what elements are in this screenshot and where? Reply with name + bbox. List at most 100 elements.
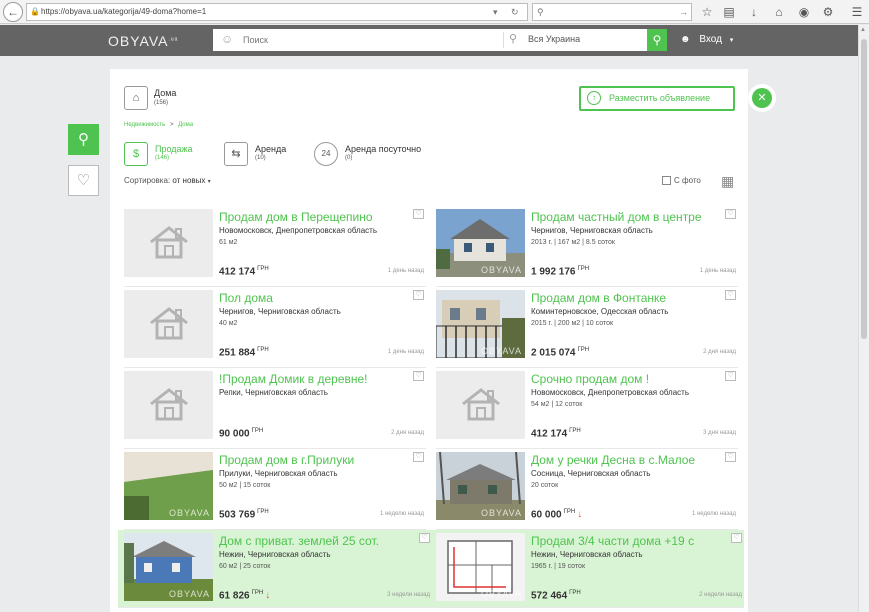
favorite-heart-icon[interactable]: ♡ [731, 533, 742, 543]
listing-title[interactable]: Пол дома [219, 291, 399, 305]
browser-search-bar[interactable]: ⚲ → [532, 3, 692, 21]
search-input[interactable] [243, 32, 493, 48]
price-value: 503 769 [219, 509, 256, 521]
site-logo[interactable]: OBYAVA.ua [108, 33, 178, 49]
listing-specs: 60 м2 | 25 соток [219, 563, 271, 570]
listing-title[interactable]: Продам дом в Фонтанке [531, 291, 711, 305]
price-currency: ГРН [257, 266, 269, 272]
listing-photo[interactable]: OBYAVA [436, 533, 525, 601]
login-button[interactable]: ☻ Вход ▾ [680, 34, 733, 45]
reload-icon[interactable]: ↻ [511, 4, 519, 20]
listing-title[interactable]: Продам дом в Перещепино [219, 210, 399, 224]
search-button[interactable]: ⚲ [647, 29, 667, 51]
listing-location: Репки, Черниговская область [219, 388, 328, 397]
reading-list-icon[interactable]: ▤ [720, 3, 738, 21]
gear-icon[interactable]: ⚙ [819, 3, 837, 21]
house-placeholder-icon[interactable] [436, 371, 525, 439]
listing-card[interactable]: OBYAVA Дом у речки Десна в с.Малое Сосница… [436, 452, 738, 530]
house-placeholder-icon[interactable] [124, 371, 213, 439]
dropdown-icon[interactable]: ▾ [493, 4, 498, 20]
user-silhouette-icon: ☺ [221, 32, 234, 46]
listing-card[interactable]: OBYAVA Дом с приват. землей 25 сот. Нежин,… [118, 530, 432, 608]
go-arrow-icon[interactable]: → [679, 4, 688, 20]
listing-card[interactable]: OBYAVA Продам дом в г.Прилуки Прилуки, Чер… [124, 452, 426, 530]
listing-price: 1 992 176 ГРН [531, 266, 589, 277]
listing-title[interactable]: !Продам Домик в деревне! [219, 372, 399, 386]
listing-location: Чернигов, Черниговская область [531, 226, 653, 235]
favorite-heart-icon[interactable]: ♡ [725, 290, 736, 300]
side-favorites-button[interactable]: ♡ [68, 165, 99, 196]
favorite-heart-icon[interactable]: ♡ [413, 290, 424, 300]
favorite-heart-icon[interactable]: ♡ [419, 533, 430, 543]
login-label: Вход [699, 34, 722, 45]
listing-card[interactable]: Продам дом в Перещепино Новомосковск, Дне… [124, 209, 426, 287]
listing-title[interactable]: Продам 3/4 части дома +19 с [531, 534, 711, 548]
favorite-heart-icon[interactable]: ♡ [725, 452, 736, 462]
listing-title[interactable]: Дом с приват. землей 25 сот. [219, 534, 399, 548]
scrollbar-thumb[interactable] [861, 39, 867, 339]
photo-checkbox[interactable] [662, 176, 671, 186]
chat-icon[interactable]: ◉ [795, 3, 813, 21]
watermark: OBYAVA [480, 265, 522, 275]
listing-title[interactable]: Продам дом в г.Прилуки [219, 453, 399, 467]
listing-location: Нежин, Черниговская область [531, 550, 643, 559]
listing-title[interactable]: Дом у речки Десна в с.Малое [531, 453, 711, 467]
deal-type-sale[interactable]: $ Продажа (146) [124, 142, 219, 168]
bookmark-star-icon[interactable]: ☆ [698, 3, 716, 21]
region-select[interactable]: Вся Украина [528, 34, 580, 44]
arrow-up-icon: ↑ [587, 91, 601, 105]
breadcrumb: Недвижимость > Дома [124, 122, 193, 128]
listing-photo[interactable]: OBYAVA [124, 452, 213, 520]
search-settings-icon: ⚲ [78, 131, 89, 148]
home-icon[interactable]: ⌂ [770, 3, 788, 21]
post-ad-label: Разместить объявление [609, 93, 711, 103]
grid-view-icon[interactable]: ▦ [721, 174, 735, 188]
listing-title[interactable]: Продам частный дом в центре [531, 210, 711, 224]
listing-photo[interactable]: OBYAVA [436, 209, 525, 277]
location-pin-icon: ⚲ [509, 33, 518, 45]
deal-type-daily-rent[interactable]: 24 Аренда посуточно (0) [314, 142, 444, 168]
menu-icon[interactable]: ☰ [848, 3, 866, 21]
house-placeholder-icon[interactable] [124, 290, 213, 358]
heart-icon: ♡ [76, 172, 91, 189]
favorite-heart-icon[interactable]: ♡ [725, 209, 736, 219]
post-ad-button[interactable]: ↑ Разместить объявление [579, 86, 735, 111]
search-icon: ⚲ [537, 7, 544, 17]
price-value: 61 826 [219, 590, 250, 602]
listing-card[interactable]: !Продам Домик в деревне! Репки, Черниговс… [124, 371, 426, 449]
favorite-heart-icon[interactable]: ♡ [413, 371, 424, 381]
breadcrumb-realty[interactable]: Недвижимость [124, 122, 165, 128]
listing-card[interactable]: OBYAVA Продам 3/4 части дома +19 с Нежин, … [430, 530, 744, 608]
listing-card[interactable]: OBYAVA Продам частный дом в центре Черниго… [436, 209, 738, 287]
favorite-heart-icon[interactable]: ♡ [413, 209, 424, 219]
price-currency: ГРН [577, 266, 590, 272]
house-placeholder-icon[interactable] [124, 209, 213, 277]
listing-card[interactable]: Срочно продам дом ! Новомосковск, Днепроп… [436, 371, 738, 449]
deal-type-rent[interactable]: ⇆ Аренда (10) [224, 142, 304, 168]
listing-card[interactable]: OBYAVA Продам дом в Фонтанке Коминтерновск… [436, 290, 738, 368]
download-icon[interactable]: ↓ [745, 3, 763, 21]
close-button[interactable]: ✕ [752, 88, 772, 108]
listing-title[interactable]: Срочно продам дом ! [531, 372, 711, 386]
sort-select[interactable]: Сортировка: от новых ▾ [124, 176, 211, 185]
favorite-heart-icon[interactable]: ♡ [413, 452, 424, 462]
price-value: 412 174 [219, 266, 256, 278]
listing-price: 61 826 ГРН ↓ [219, 590, 270, 601]
scroll-up-icon[interactable]: ▲ [860, 27, 866, 33]
listing-photo[interactable]: OBYAVA [436, 290, 525, 358]
photo-filter[interactable]: С фото [662, 176, 701, 186]
price-value: 2 015 074 [531, 347, 576, 359]
listing-photo[interactable]: OBYAVA [436, 452, 525, 520]
listing-card[interactable]: Пол дома Чернигов, Черниговская область 40… [124, 290, 426, 368]
listing-photo[interactable]: OBYAVA [124, 533, 213, 601]
page-scrollbar[interactable]: ▲ [858, 25, 869, 612]
listing-date: 3 недели назад [387, 592, 430, 598]
side-search-button[interactable]: ⚲ [68, 124, 99, 155]
favorite-heart-icon[interactable]: ♡ [725, 371, 736, 381]
listing-location: Новомосковск, Днепропетровская область [531, 388, 689, 397]
breadcrumb-houses[interactable]: Дома [178, 122, 193, 128]
back-button[interactable]: ← [3, 2, 23, 22]
deal-type-count: (0) [345, 155, 353, 161]
deal-type-count: (146) [155, 155, 170, 161]
address-bar[interactable]: 🔒 https://obyava.ua/kategorija/49-doma?h… [26, 3, 528, 21]
